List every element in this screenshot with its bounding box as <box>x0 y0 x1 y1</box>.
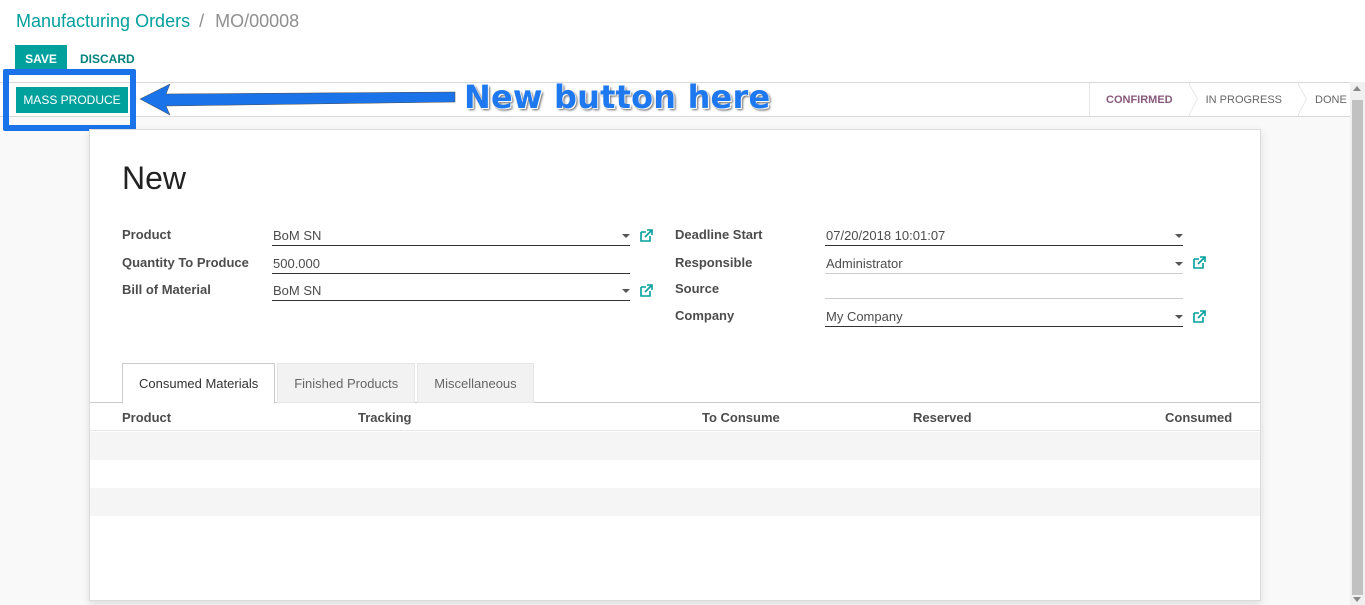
column-header-tracking[interactable]: Tracking <box>358 410 411 425</box>
company-value: My Company <box>826 309 903 324</box>
breadcrumb-current: MO/00008 <box>215 11 300 31</box>
bom-value: BoM SN <box>273 283 322 298</box>
page-title: New <box>122 160 187 196</box>
deadline-field[interactable]: 07/20/2018 10:01:07 <box>825 226 1183 246</box>
product-label: Product <box>122 227 172 242</box>
quantity-input[interactable]: 500.000 <box>272 254 630 274</box>
tab-miscellaneous[interactable]: Miscellaneous <box>417 363 534 403</box>
scroll-down-icon[interactable] <box>1353 597 1361 602</box>
responsible-value: Administrator <box>826 256 903 271</box>
external-link-icon[interactable] <box>640 284 653 297</box>
deadline-value: 07/20/2018 10:01:07 <box>826 228 946 243</box>
highlight-box <box>3 69 136 131</box>
chevron-down-icon[interactable] <box>622 234 630 238</box>
scrollbar-thumb[interactable] <box>1352 100 1363 595</box>
stage-label: DONE <box>1315 93 1347 106</box>
stage-in-progress[interactable]: IN PROGRESS <box>1188 83 1308 116</box>
chevron-down-icon[interactable] <box>1175 262 1183 266</box>
responsible-label: Responsible <box>675 255 753 270</box>
tab-finished-products[interactable]: Finished Products <box>277 363 416 403</box>
table-row <box>90 488 1260 516</box>
company-field[interactable]: My Company <box>825 307 1183 327</box>
column-header-to-consume[interactable]: To Consume <box>702 410 780 425</box>
external-link-icon[interactable] <box>1193 310 1206 323</box>
company-label: Company <box>675 308 735 323</box>
responsible-field[interactable]: Administrator <box>825 254 1183 274</box>
external-link-icon[interactable] <box>1193 256 1206 269</box>
table-row <box>90 460 1260 488</box>
column-header-reserved[interactable]: Reserved <box>913 410 972 425</box>
breadcrumb-parent-link[interactable]: Manufacturing Orders <box>16 11 190 31</box>
stage-pipeline: CONFIRMED IN PROGRESS DONE <box>1089 83 1363 116</box>
source-input[interactable] <box>825 279 1183 299</box>
breadcrumb: Manufacturing Orders / MO/00008 <box>16 11 299 32</box>
quantity-value: 500.000 <box>273 256 320 271</box>
chevron-down-icon[interactable] <box>1175 234 1183 238</box>
table-row <box>90 432 1260 460</box>
breadcrumb-separator: / <box>199 11 205 31</box>
deadline-label: Deadline Start <box>675 227 763 242</box>
tab-consumed-materials[interactable]: Consumed Materials <box>122 363 276 404</box>
product-field[interactable]: BoM SN <box>272 226 630 246</box>
chevron-down-icon[interactable] <box>622 289 630 293</box>
annotation-callout: New button here <box>464 78 771 116</box>
external-link-icon[interactable] <box>640 229 653 242</box>
source-label: Source <box>675 281 720 296</box>
arrow-icon <box>139 83 456 116</box>
notebook-tabs: Consumed Materials Finished Products Mis… <box>122 363 536 404</box>
quantity-label: Quantity To Produce <box>122 255 249 270</box>
product-value: BoM SN <box>273 228 322 243</box>
scroll-up-icon[interactable] <box>1353 86 1361 91</box>
bom-label: Bill of Material <box>122 282 211 297</box>
discard-button[interactable]: DISCARD <box>72 45 143 72</box>
chevron-down-icon[interactable] <box>1175 315 1183 319</box>
column-header-product[interactable]: Product <box>122 410 171 425</box>
column-header-consumed[interactable]: Consumed <box>1165 410 1232 425</box>
stage-label: IN PROGRESS <box>1205 93 1283 106</box>
bom-field[interactable]: BoM SN <box>272 281 630 301</box>
table-header: Product Tracking To Consume Reserved Con… <box>90 404 1260 431</box>
stage-label: CONFIRMED <box>1106 93 1173 106</box>
stage-confirmed[interactable]: CONFIRMED <box>1089 83 1198 116</box>
save-button[interactable]: SAVE <box>15 45 67 72</box>
